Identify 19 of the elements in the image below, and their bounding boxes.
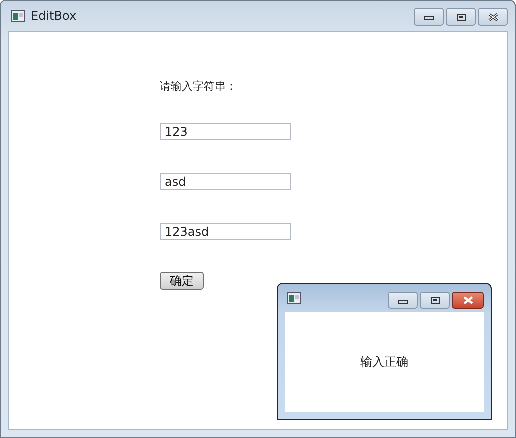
close-button[interactable] [478, 8, 508, 26]
close-icon [462, 296, 474, 305]
close-icon [488, 12, 498, 22]
maximize-button[interactable] [446, 8, 476, 26]
input-field[interactable]: 123 [160, 123, 291, 140]
prompt-label: 请输入字符串： [160, 79, 237, 93]
message-text: 输入正确 [360, 354, 408, 370]
app-icon [287, 292, 301, 304]
input-field[interactable]: asd [160, 173, 291, 190]
input-field[interactable]: 123asd [160, 223, 291, 240]
app-icon [11, 10, 25, 22]
confirm-button[interactable]: 确定 [160, 272, 204, 290]
minimize-button[interactable] [388, 292, 418, 309]
maximize-icon [430, 296, 440, 305]
window-title: EditBox [31, 9, 77, 23]
maximize-button[interactable] [420, 292, 450, 309]
maximize-icon [456, 12, 466, 22]
close-button[interactable] [452, 292, 484, 309]
minimize-button[interactable] [414, 8, 444, 26]
